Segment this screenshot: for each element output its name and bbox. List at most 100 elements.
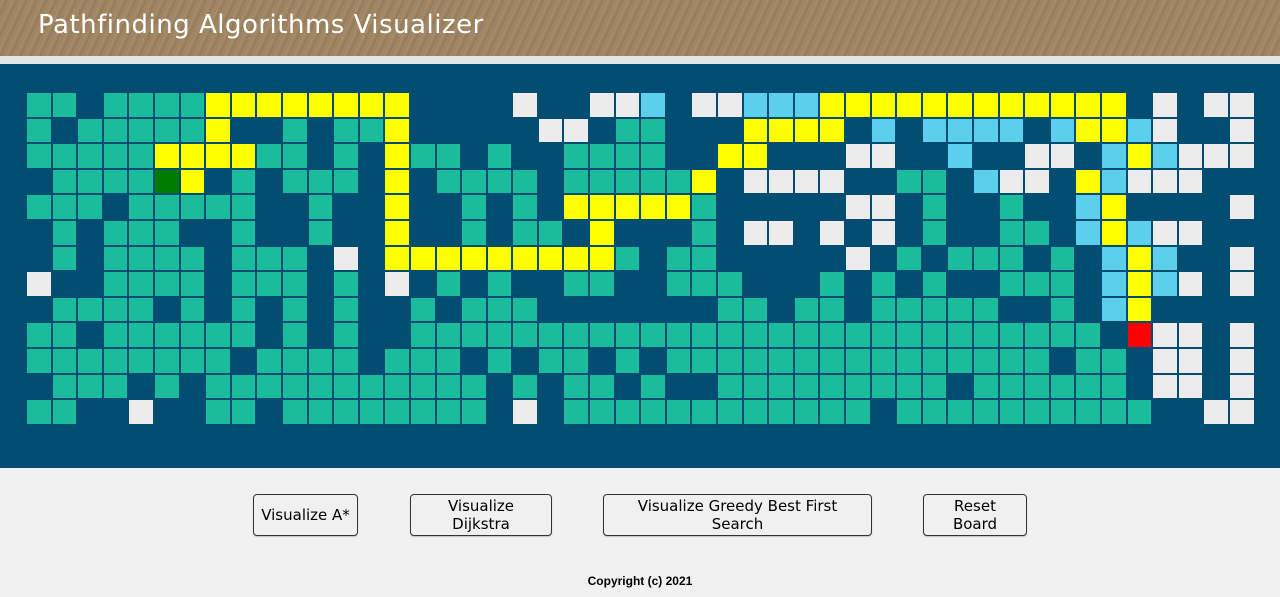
grid-cell-open[interactable] bbox=[128, 168, 154, 195]
grid-cell-wall[interactable] bbox=[409, 117, 436, 144]
grid-cell-open[interactable] bbox=[742, 399, 769, 425]
pathfinding-grid[interactable] bbox=[26, 92, 1255, 425]
grid-cell-wall[interactable] bbox=[845, 219, 871, 246]
grid-cell-open[interactable] bbox=[1049, 245, 1076, 272]
grid-cell-wall[interactable] bbox=[537, 168, 564, 195]
grid-cell-path[interactable] bbox=[819, 92, 845, 118]
grid-cell-wall[interactable] bbox=[384, 296, 410, 323]
grid-cell-wall[interactable] bbox=[845, 168, 871, 195]
grid-cell-frontier[interactable] bbox=[1100, 245, 1127, 272]
grid-cell-frontier[interactable] bbox=[947, 143, 973, 169]
grid-cell-path[interactable] bbox=[563, 245, 590, 272]
grid-cell-wall[interactable] bbox=[1024, 296, 1050, 323]
grid-cell-open[interactable] bbox=[435, 168, 462, 195]
grid-cell-wall[interactable] bbox=[256, 399, 282, 425]
grid-cell-wall[interactable] bbox=[409, 219, 436, 246]
grid-cell-path[interactable] bbox=[230, 92, 257, 118]
grid-cell-visited[interactable] bbox=[742, 219, 769, 246]
grid-cell-open[interactable] bbox=[614, 143, 641, 169]
grid-cell-open[interactable] bbox=[819, 347, 845, 374]
grid-cell-visited[interactable] bbox=[1152, 92, 1178, 118]
grid-cell-wall[interactable] bbox=[1075, 143, 1101, 169]
grid-cell-visited[interactable] bbox=[793, 168, 820, 195]
grid-cell-visited[interactable] bbox=[819, 219, 845, 246]
grid-cell-visited[interactable] bbox=[870, 219, 897, 246]
grid-cell-visited[interactable] bbox=[768, 168, 794, 195]
grid-cell-open[interactable] bbox=[512, 322, 538, 348]
grid-cell-path[interactable] bbox=[1075, 92, 1101, 118]
grid-cell-wall[interactable] bbox=[205, 219, 231, 246]
grid-cell-open[interactable] bbox=[333, 296, 359, 323]
grid-cell-wall[interactable] bbox=[281, 219, 308, 246]
grid-cell-wall[interactable] bbox=[486, 373, 513, 400]
grid-cell-open[interactable] bbox=[333, 271, 359, 297]
grid-cell-visited[interactable] bbox=[1228, 143, 1255, 169]
grid-cell-wall[interactable] bbox=[51, 271, 78, 297]
grid-cell-open[interactable] bbox=[51, 245, 78, 272]
grid-cell-visited[interactable] bbox=[1152, 322, 1178, 348]
grid-cell-wall[interactable] bbox=[205, 271, 231, 297]
grid-cell-wall[interactable] bbox=[77, 399, 103, 425]
grid-cell-frontier[interactable] bbox=[947, 117, 973, 144]
grid-cell-open[interactable] bbox=[51, 219, 78, 246]
grid-cell-wall[interactable] bbox=[896, 143, 922, 169]
grid-cell-open[interactable] bbox=[870, 322, 897, 348]
grid-cell-wall[interactable] bbox=[1024, 245, 1050, 272]
grid-cell-open[interactable] bbox=[947, 322, 973, 348]
grid-cell-wall[interactable] bbox=[26, 296, 52, 323]
grid-cell-wall[interactable] bbox=[26, 219, 52, 246]
grid-cell-wall[interactable] bbox=[256, 219, 282, 246]
grid-cell-open[interactable] bbox=[921, 399, 948, 425]
grid-cell-wall[interactable] bbox=[665, 219, 692, 246]
grid-cell-visited[interactable] bbox=[717, 92, 743, 118]
grid-cell-open[interactable] bbox=[1049, 399, 1076, 425]
grid-cell-path[interactable] bbox=[742, 143, 769, 169]
grid-cell-wall[interactable] bbox=[256, 322, 282, 348]
grid-cell-wall[interactable] bbox=[665, 143, 692, 169]
grid-cell-open[interactable] bbox=[461, 399, 487, 425]
grid-cell-open[interactable] bbox=[230, 322, 257, 348]
grid-cell-wall[interactable] bbox=[409, 194, 436, 220]
grid-cell-open[interactable] bbox=[768, 322, 794, 348]
grid-cell-path[interactable] bbox=[384, 219, 410, 246]
grid-cell-visited[interactable] bbox=[1177, 347, 1204, 374]
grid-cell-wall[interactable] bbox=[845, 296, 871, 323]
grid-cell-open[interactable] bbox=[921, 322, 948, 348]
grid-cell-open[interactable] bbox=[179, 322, 206, 348]
grid-cell-open[interactable] bbox=[512, 373, 538, 400]
grid-cell-visited[interactable] bbox=[1152, 347, 1178, 374]
grid-cell-open[interactable] bbox=[153, 219, 180, 246]
grid-cell-open[interactable] bbox=[972, 347, 999, 374]
grid-cell-open[interactable] bbox=[179, 245, 206, 272]
grid-cell-visited[interactable] bbox=[742, 168, 769, 195]
grid-cell-open[interactable] bbox=[998, 245, 1025, 272]
grid-cell-open[interactable] bbox=[205, 347, 231, 374]
grid-cell-open[interactable] bbox=[691, 399, 718, 425]
grid-cell-open[interactable] bbox=[179, 92, 206, 118]
grid-cell-wall[interactable] bbox=[1203, 271, 1229, 297]
grid-cell-open[interactable] bbox=[256, 143, 282, 169]
grid-cell-wall[interactable] bbox=[512, 271, 538, 297]
grid-cell-wall[interactable] bbox=[307, 296, 334, 323]
grid-cell-open[interactable] bbox=[563, 271, 590, 297]
grid-cell-wall[interactable] bbox=[845, 271, 871, 297]
grid-cell-frontier[interactable] bbox=[1075, 219, 1101, 246]
grid-cell-visited[interactable] bbox=[1177, 271, 1204, 297]
grid-cell-wall[interactable] bbox=[537, 143, 564, 169]
grid-cell-frontier[interactable] bbox=[1100, 168, 1127, 195]
grid-cell-wall[interactable] bbox=[486, 92, 513, 118]
grid-cell-open[interactable] bbox=[537, 219, 564, 246]
grid-cell-path[interactable] bbox=[1100, 117, 1127, 144]
grid-cell-wall[interactable] bbox=[1177, 194, 1204, 220]
grid-cell-open[interactable] bbox=[563, 347, 590, 374]
grid-cell-open[interactable] bbox=[793, 296, 820, 323]
grid-cell-open[interactable] bbox=[307, 219, 334, 246]
grid-cell-open[interactable] bbox=[230, 168, 257, 195]
grid-cell-wall[interactable] bbox=[768, 271, 794, 297]
grid-cell-frontier[interactable] bbox=[1152, 271, 1178, 297]
grid-cell-open[interactable] bbox=[281, 347, 308, 374]
grid-cell-open[interactable] bbox=[409, 347, 436, 374]
grid-cell-open[interactable] bbox=[384, 373, 410, 400]
grid-cell-wall[interactable] bbox=[1075, 245, 1101, 272]
grid-cell-open[interactable] bbox=[102, 117, 129, 144]
